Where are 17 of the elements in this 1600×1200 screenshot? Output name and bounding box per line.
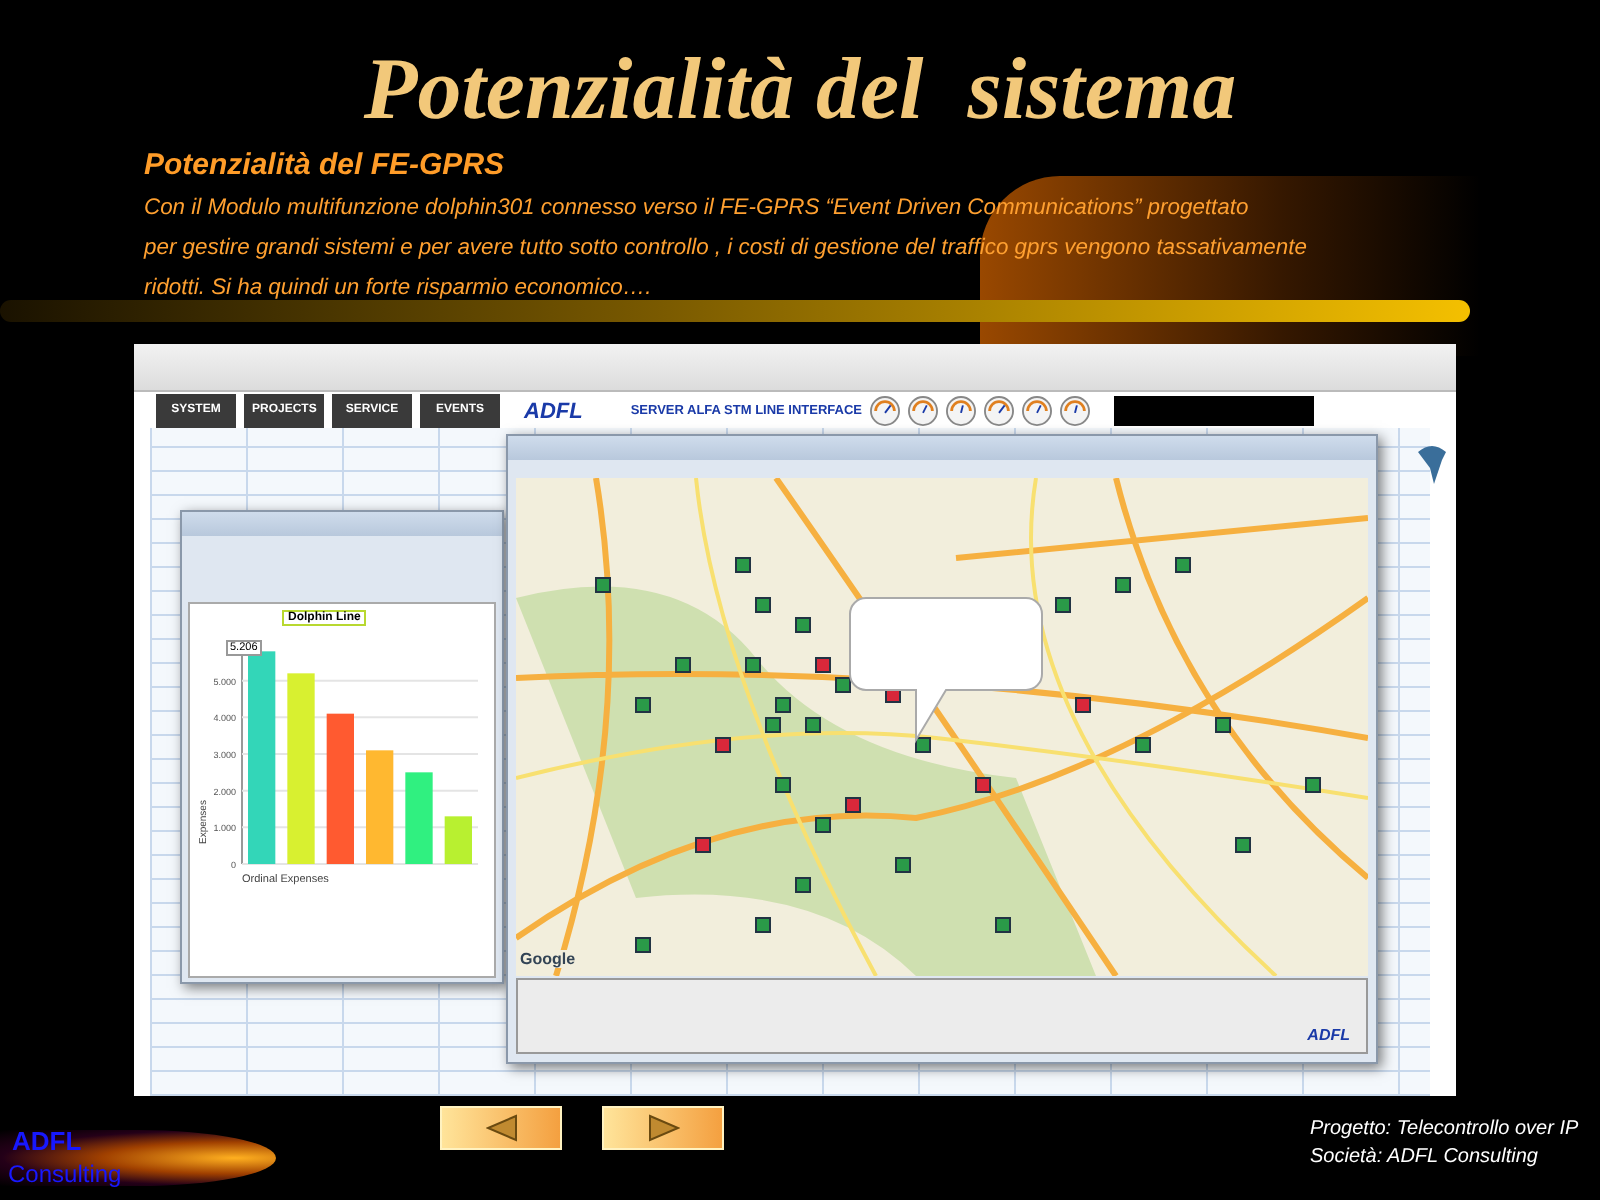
slide-title: Potenzialità del sistema — [361, 38, 1239, 140]
left-triangle-icon — [485, 1114, 517, 1142]
bar — [405, 772, 433, 864]
project-label: Progetto: Telecontrollo over IP — [1310, 1118, 1579, 1140]
slide-subtitle: Potenzialità del FE-GPRS — [144, 148, 507, 182]
map-logo: Google — [516, 950, 580, 968]
company-label: Società: ADFL Consulting — [1310, 1146, 1540, 1168]
logo: ADFL — [1307, 1026, 1350, 1044]
logo: ADFL — [524, 399, 583, 423]
footer-logo-text: ADFL — [12, 1126, 82, 1156]
bar — [366, 750, 394, 864]
bar — [444, 816, 472, 864]
body-text-line: ridotti. Si ha quindi un forte risparmio economico…. — [144, 276, 654, 302]
footer-logo-text: Consulting — [8, 1160, 122, 1188]
right-triangle-icon — [647, 1114, 679, 1142]
previous-button[interactable] — [440, 1106, 562, 1150]
next-button[interactable] — [602, 1106, 724, 1150]
